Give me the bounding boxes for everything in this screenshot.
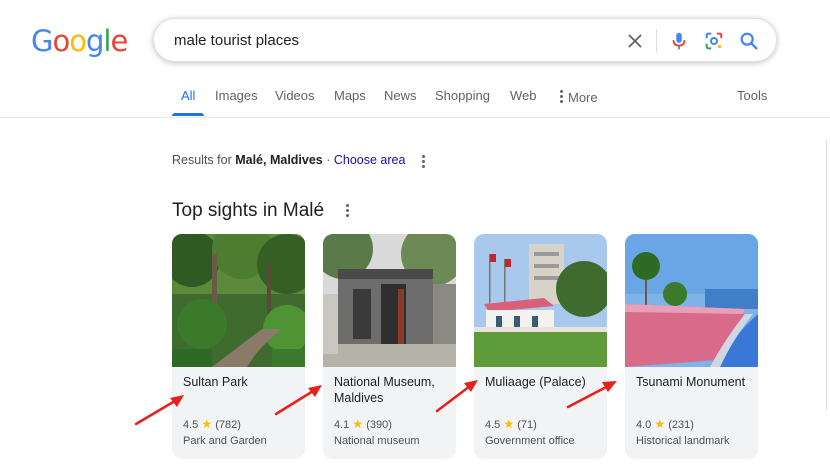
logo-letter: g (85, 24, 104, 58)
star-icon: ★ (201, 417, 213, 431)
rating-value: 4.5 (485, 419, 501, 431)
choose-area-link[interactable]: Choose area (334, 153, 406, 167)
results-for-separator: · (322, 153, 334, 167)
tab-videos[interactable]: Videos (275, 88, 315, 103)
rating-value: 4.0 (636, 419, 652, 431)
logo-letter: l (103, 24, 111, 58)
review-count: (71) (517, 419, 537, 431)
annotation-arrow (435, 380, 478, 413)
national-museum-photo (323, 234, 456, 367)
vertical-dots-icon (560, 90, 564, 104)
results-for-place: Malé, Maldives (235, 153, 323, 167)
search-box[interactable]: male tourist places (153, 18, 777, 62)
side-panel-edge (826, 140, 830, 410)
sight-type: Historical landmark (636, 435, 730, 447)
review-count: (231) (668, 419, 694, 431)
tab-more[interactable]: More (560, 88, 598, 105)
sight-name: Tsunami Monument (636, 375, 746, 389)
rating-value: 4.1 (334, 419, 350, 431)
tab-news[interactable]: News (384, 88, 417, 103)
clear-icon[interactable] (624, 30, 646, 52)
sight-type: National museum (334, 435, 420, 447)
results-for-line: Results for Malé, Maldives · Choose area (172, 153, 405, 167)
tsunami-monument-photo (625, 234, 758, 367)
active-tab-indicator (172, 113, 204, 116)
sight-type: Park and Garden (183, 435, 267, 447)
annotation-arrow (566, 381, 617, 409)
sight-type: Government office (485, 435, 575, 447)
annotation-arrow (274, 385, 322, 416)
annotation-arrow (134, 395, 184, 426)
star-icon: ★ (503, 417, 515, 431)
search-tabs: All Images Videos Maps News Shopping Web… (172, 88, 772, 116)
logo-letter: e (110, 24, 128, 58)
muliaage-photo (474, 234, 607, 367)
tab-web[interactable]: Web (510, 88, 537, 103)
section-title: Top sights in Malé (172, 200, 325, 221)
header-divider (0, 117, 830, 118)
tab-all[interactable]: All (181, 88, 195, 103)
review-count: (782) (215, 419, 241, 431)
logo-letter: o (52, 24, 70, 58)
sight-rating: 4.5 ★ (782) (183, 417, 241, 431)
section-menu-icon[interactable] (346, 204, 350, 218)
logo-letter: o (69, 24, 87, 58)
lens-camera-icon[interactable] (703, 30, 725, 52)
logo-letter: G (31, 24, 54, 58)
sight-card-national-museum[interactable]: National Museum, Maldives 4.1 ★ (390) Na… (323, 234, 456, 459)
search-input[interactable]: male tourist places (174, 32, 299, 49)
tab-more-label: More (568, 90, 598, 105)
tools-button[interactable]: Tools (737, 88, 767, 103)
google-logo[interactable]: Google (31, 24, 128, 58)
results-for-prefix: Results for (172, 153, 236, 167)
results-for-menu-icon[interactable] (422, 155, 426, 169)
sight-rating: 4.5 ★ (71) (485, 417, 537, 431)
tab-images[interactable]: Images (215, 88, 258, 103)
search-divider (656, 29, 657, 53)
sight-card-tsunami-monument[interactable]: Tsunami Monument 4.0 ★ (231) Historical … (625, 234, 758, 459)
star-icon: ★ (654, 417, 666, 431)
sight-rating: 4.1 ★ (390) (334, 417, 392, 431)
sultan-park-photo (172, 234, 305, 367)
sight-rating: 4.0 ★ (231) (636, 417, 694, 431)
tab-shopping[interactable]: Shopping (435, 88, 490, 103)
star-icon: ★ (352, 417, 364, 431)
review-count: (390) (366, 419, 392, 431)
tab-maps[interactable]: Maps (334, 88, 366, 103)
sight-card-sultan-park[interactable]: Sultan Park 4.5 ★ (782) Park and Garden (172, 234, 305, 459)
search-icon[interactable] (738, 30, 760, 52)
microphone-icon[interactable] (668, 30, 690, 52)
sight-card-muliaage[interactable]: Muliaage (Palace) 4.5 ★ (71) Government … (474, 234, 607, 459)
